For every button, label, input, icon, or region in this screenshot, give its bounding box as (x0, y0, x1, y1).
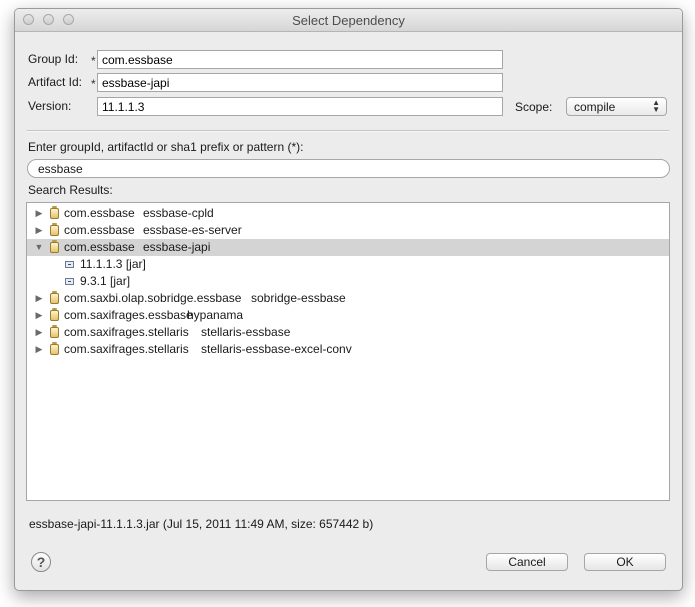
scope-label: Scope: (515, 100, 553, 114)
version-label: 9.3.1 [jar] (80, 274, 131, 288)
separator (27, 130, 669, 132)
jar-icon (50, 342, 59, 355)
jar-icon (50, 291, 59, 304)
ok-button[interactable]: OK (584, 553, 666, 571)
result-row-essbase-japi[interactable]: ▼ com.essbase essbase-japi (27, 239, 669, 256)
version-row-11-1-1-3[interactable]: 11.1.1.3 [jar] (27, 256, 669, 273)
jar-icon (50, 308, 59, 321)
result-row-hypanama[interactable]: ▶ com.saxifrages.essbase hypanama (27, 307, 669, 324)
disclosure-right-icon[interactable]: ▶ (34, 307, 44, 324)
disclosure-down-icon[interactable]: ▼ (34, 239, 44, 256)
disclosure-right-icon[interactable]: ▶ (34, 324, 44, 341)
result-row-sobridge-essbase[interactable]: ▶ com.saxbi.olap.sobridge.essbase sobrid… (27, 290, 669, 307)
window-title: Select Dependency (292, 13, 405, 28)
result-group: com.saxifrages.stellaris (64, 342, 189, 356)
version-label: 11.1.1.3 [jar] (80, 257, 146, 271)
result-row-stellaris-essbase-excel-conv[interactable]: ▶ com.saxifrages.stellaris stellaris-ess… (27, 341, 669, 358)
group-id-field[interactable]: com.essbase (97, 50, 503, 69)
scope-select-value: compile (574, 100, 616, 114)
search-results-label: Search Results: (28, 183, 113, 197)
result-group: com.essbase (64, 240, 135, 254)
result-artifact: stellaris-essbase-excel-conv (201, 342, 352, 356)
result-artifact: hypanama (187, 308, 244, 322)
help-button[interactable]: ? (31, 552, 51, 572)
select-dependency-dialog: Select Dependency Group Id: * com.essbas… (14, 8, 683, 591)
artifact-id-field[interactable]: essbase-japi (97, 73, 503, 92)
title-bar: Select Dependency (15, 9, 682, 32)
jar-file-icon (65, 261, 74, 268)
version-field[interactable]: 11.1.1.3 (97, 97, 503, 116)
select-arrows-icon: ▲ ▼ (652, 98, 660, 114)
artifact-id-required-marker: * (91, 77, 96, 91)
jar-icon (50, 325, 59, 338)
jar-icon (50, 223, 59, 236)
jar-icon (50, 206, 59, 219)
result-group: com.saxbi.olap.sobridge.essbase (64, 291, 242, 305)
disclosure-right-icon[interactable]: ▶ (34, 205, 44, 222)
result-row-essbase-es-server[interactable]: ▶ com.essbase essbase-es-server (27, 222, 669, 239)
disclosure-right-icon[interactable]: ▶ (34, 290, 44, 307)
search-label: Enter groupId, artifactId or sha1 prefix… (28, 140, 304, 154)
version-label: Version: (28, 99, 72, 113)
artifact-info-status: essbase-japi-11.1.1.3.jar (Jul 15, 2011 … (29, 517, 374, 531)
result-group: com.essbase (64, 223, 135, 237)
result-row-stellaris-essbase[interactable]: ▶ com.saxifrages.stellaris stellaris-ess… (27, 324, 669, 341)
jar-icon (50, 240, 59, 253)
result-row-essbase-cpld[interactable]: ▶ com.essbase essbase-cpld (27, 205, 669, 222)
result-group: com.essbase (64, 206, 135, 220)
result-artifact: essbase-japi (143, 240, 211, 254)
cancel-button[interactable]: Cancel (486, 553, 568, 571)
artifact-id-label: Artifact Id: (28, 75, 83, 89)
scope-select[interactable]: compile ▲ ▼ (566, 97, 667, 116)
disclosure-right-icon[interactable]: ▶ (34, 341, 44, 358)
disclosure-right-icon[interactable]: ▶ (34, 222, 44, 239)
result-artifact: essbase-cpld (143, 206, 214, 220)
search-input[interactable]: essbase (27, 159, 670, 178)
result-group: com.saxifrages.stellaris (64, 325, 189, 339)
result-artifact: sobridge-essbase (251, 291, 346, 305)
result-artifact: essbase-es-server (143, 223, 242, 237)
group-id-label: Group Id: (28, 52, 79, 66)
version-row-9-3-1[interactable]: 9.3.1 [jar] (27, 273, 669, 290)
search-results-tree[interactable]: ▶ com.essbase essbase-cpld ▶ com.essbase… (26, 202, 670, 501)
group-id-required-marker: * (91, 54, 96, 68)
jar-file-icon (65, 278, 74, 285)
result-group: com.saxifrages.essbase (64, 308, 193, 322)
result-artifact: stellaris-essbase (201, 325, 291, 339)
